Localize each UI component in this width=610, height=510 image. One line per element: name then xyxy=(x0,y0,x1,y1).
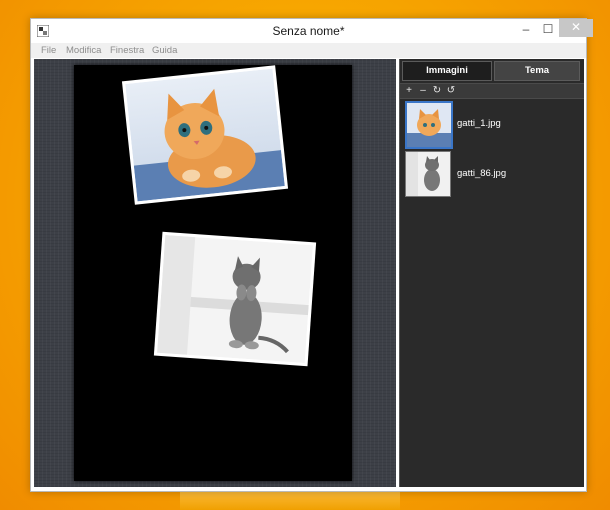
menu-finestra[interactable]: Finestra xyxy=(110,45,144,56)
thumb-kitten-tabby-image xyxy=(406,152,450,196)
image-list-item[interactable]: gatti_1.jpg xyxy=(405,101,577,149)
rotate-right-icon[interactable]: ↻ xyxy=(432,84,442,98)
menu-bar: File Modifica Finestra Guida xyxy=(31,43,586,58)
menu-file[interactable]: File xyxy=(41,45,56,56)
panel-tabs: Immagini Tema xyxy=(402,61,580,81)
title-bar[interactable]: Senza nome* – ☐ ✕ xyxy=(31,19,593,43)
rotate-left-icon[interactable]: ↺ xyxy=(446,84,456,98)
canvas-workspace xyxy=(34,59,396,487)
window-title: Senza nome* xyxy=(272,24,345,38)
remove-image-icon[interactable]: – xyxy=(418,84,428,98)
file-name: gatti_86.jpg xyxy=(457,168,507,179)
tab-tema[interactable]: Tema xyxy=(494,61,580,81)
side-panel: Immagini Tema + – ↻ ↺ gatti_1.jpg gatti_… xyxy=(399,59,584,487)
minimize-button[interactable]: – xyxy=(515,21,537,37)
tab-immagini[interactable]: Immagini xyxy=(402,61,492,81)
file-name: gatti_1.jpg xyxy=(457,118,501,129)
menu-modifica[interactable]: Modifica xyxy=(66,45,101,56)
kitten-orange-image xyxy=(125,68,285,202)
thumb-kitten-orange-image xyxy=(407,103,451,147)
close-button[interactable]: ✕ xyxy=(559,19,593,37)
thumbnail-kitten-tabby xyxy=(405,151,451,197)
thumbnail-kitten-orange xyxy=(405,101,453,149)
images-toolbar: + – ↻ ↺ xyxy=(400,83,584,99)
app-window: Senza nome* – ☐ ✕ File Modifica Finestra… xyxy=(30,18,593,492)
photo-kitten-orange[interactable] xyxy=(121,65,289,205)
image-list-item[interactable]: gatti_86.jpg xyxy=(405,151,577,197)
maximize-button[interactable]: ☐ xyxy=(537,21,559,37)
collage-page[interactable] xyxy=(74,65,352,481)
kitten-tabby-image xyxy=(157,234,313,364)
menu-guida[interactable]: Guida xyxy=(152,45,177,56)
photo-kitten-tabby[interactable] xyxy=(153,231,317,367)
add-image-icon[interactable]: + xyxy=(404,84,414,98)
